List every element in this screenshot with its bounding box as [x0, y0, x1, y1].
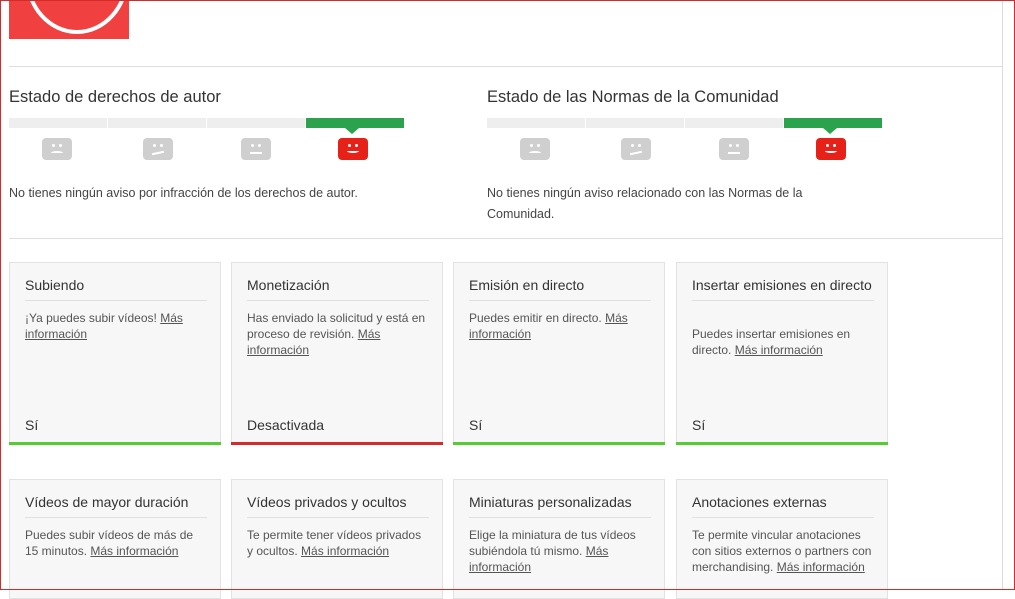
feature-status-bar	[9, 442, 221, 445]
meh-face-icon	[621, 138, 651, 160]
feature-title: Monetización	[247, 277, 429, 301]
feature-title: Miniaturas personalizadas	[469, 494, 651, 518]
feature-description: Puedes insertar emisiones en directo. Má…	[692, 327, 851, 357]
feature-title: Emisión en directo	[469, 277, 651, 301]
feature-title: Anotaciones externas	[692, 494, 874, 518]
community-meter-seg-1	[487, 118, 585, 128]
copyright-faces	[9, 138, 429, 170]
copyright-meter-seg-3	[207, 118, 305, 128]
feature-state: Desactivada	[247, 417, 325, 433]
more-info-link[interactable]: Más información	[735, 343, 823, 357]
divider-top	[9, 66, 1002, 67]
feature-card-embed-live: Insertar emisiones en directo Puedes ins…	[676, 262, 888, 445]
feature-state: Sí	[469, 417, 483, 433]
community-meter-pointer	[823, 128, 837, 134]
neutral-face-icon	[241, 138, 271, 160]
copyright-status-title: Estado de derechos de autor	[9, 88, 221, 106]
feature-card-live-streaming: Emisión en directo Puedes emitir en dire…	[453, 262, 665, 445]
feature-title: Subiendo	[25, 277, 207, 301]
community-meter-seg-4	[784, 118, 882, 128]
feature-description: Elige la miniatura de tus vídeos subiénd…	[469, 528, 636, 574]
feature-description: Puedes emitir en directo. Más informació…	[469, 311, 628, 341]
community-meter	[487, 118, 883, 134]
community-status-message: No tienes ningún aviso relacionado con l…	[487, 186, 803, 221]
sad-face-icon	[520, 138, 550, 160]
feature-title: Vídeos de mayor duración	[25, 494, 207, 518]
community-meter-seg-3	[685, 118, 783, 128]
meh-face-icon	[143, 138, 173, 160]
feature-status-bar	[453, 442, 665, 445]
copyright-meter-seg-2	[108, 118, 206, 128]
community-meter-seg-2	[586, 118, 684, 128]
scrollbar-track[interactable]	[1002, 0, 1003, 590]
feature-card-longer-videos: Vídeos de mayor duración Puedes subir ví…	[9, 479, 221, 599]
channel-logo: ————	[9, 0, 129, 39]
feature-status-bar	[676, 442, 888, 445]
feature-card-uploading: Subiendo ¡Ya puedes subir vídeos! Más in…	[9, 262, 221, 445]
feature-card-custom-thumbnails: Miniaturas personalizadas Elige la minia…	[453, 479, 665, 599]
copyright-meter	[9, 118, 405, 134]
copyright-meter-seg-4	[306, 118, 404, 128]
feature-description: Has enviado la solicitud y está en proce…	[247, 311, 426, 357]
more-info-link[interactable]: Más información	[301, 544, 389, 558]
feature-description: Te permite tener vídeos privados y ocult…	[247, 528, 422, 558]
feature-description: Te permite vincular anotaciones con siti…	[692, 528, 872, 574]
more-info-link[interactable]: Más información	[90, 544, 178, 558]
copyright-meter-seg-1	[9, 118, 107, 128]
copyright-status-section: Estado de derechos de autor No tienes ni…	[9, 86, 429, 204]
feature-description: ¡Ya puedes subir vídeos! Más información	[25, 311, 183, 341]
feature-description: Puedes subir vídeos de más de 15 minutos…	[25, 528, 194, 558]
logo-circle	[25, 0, 129, 34]
community-status-section: Estado de las Normas de la Comunidad No …	[487, 86, 907, 225]
community-faces	[487, 138, 907, 170]
feature-state: Sí	[692, 417, 706, 433]
copyright-status-message: No tienes ningún aviso por infracción de…	[9, 186, 358, 200]
feature-card-monetization: Monetización Has enviado la solicitud y …	[231, 262, 443, 445]
sad-face-icon	[42, 138, 72, 160]
feature-title: Vídeos privados y ocultos	[247, 494, 429, 518]
more-info-link[interactable]: Más información	[777, 560, 865, 574]
logo-text: ————	[35, 0, 73, 4]
feature-card-external-annotations: Anotaciones externas Te permite vincular…	[676, 479, 888, 599]
community-status-title: Estado de las Normas de la Comunidad	[487, 88, 779, 106]
feature-state: Sí	[25, 417, 39, 433]
divider-middle	[9, 238, 1002, 239]
feature-status-bar	[231, 442, 443, 445]
feature-card-private-unlisted: Vídeos privados y ocultos Te permite ten…	[231, 479, 443, 599]
happy-face-icon	[816, 138, 846, 160]
feature-title: Insertar emisiones en directo	[692, 277, 874, 301]
neutral-face-icon	[719, 138, 749, 160]
copyright-meter-pointer	[345, 128, 359, 134]
happy-face-icon	[338, 138, 368, 160]
